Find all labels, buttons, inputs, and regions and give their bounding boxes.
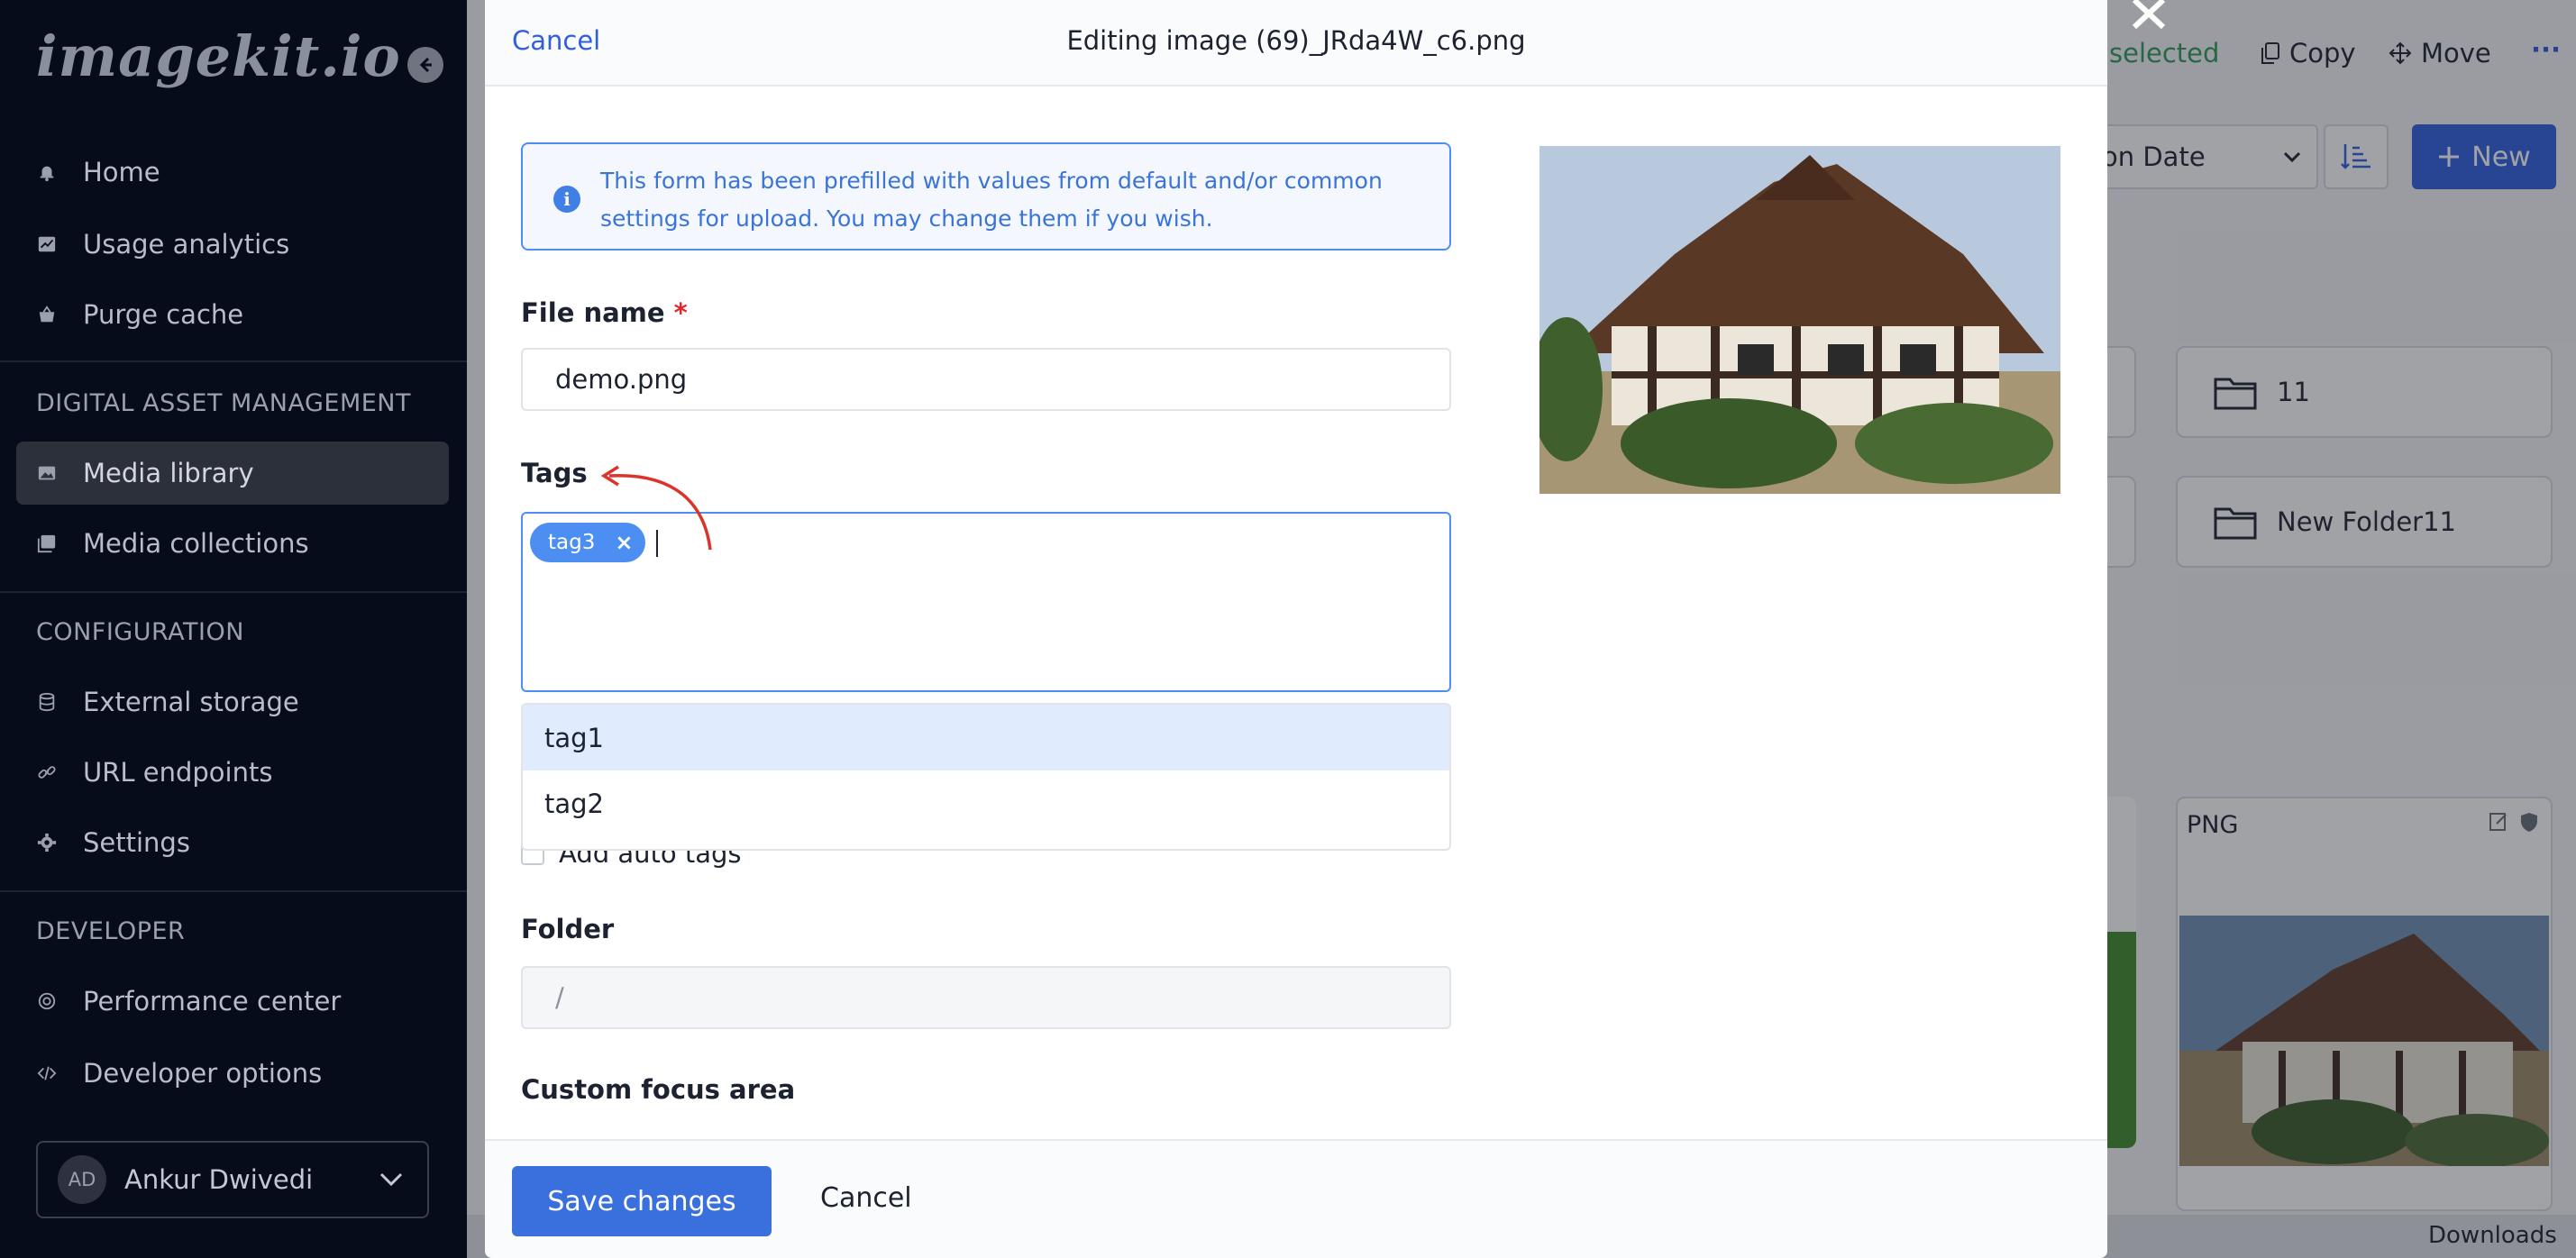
sidebar-item-label: Home — [83, 157, 160, 187]
sidebar-item-label: External storage — [83, 687, 299, 717]
sidebar-item-developer-options[interactable]: Developer options — [16, 1042, 449, 1105]
tag-suggestion-item[interactable]: tag2 — [523, 770, 1449, 836]
modal-title: Editing image (69)_JRda4W_c6.png — [1066, 25, 1526, 56]
info-icon: i — [553, 186, 580, 213]
basket-icon — [36, 304, 58, 325]
sidebar-item-media-collections[interactable]: Media collections — [16, 512, 449, 575]
user-name: Ankur Dwivedi — [124, 1164, 314, 1195]
sidebar-item-label: Settings — [83, 827, 190, 858]
sidebar-item-label: URL endpoints — [83, 757, 273, 788]
section-heading-dam: DIGITAL ASSET MANAGEMENT — [36, 389, 411, 417]
arrow-left-icon — [419, 57, 432, 73]
collapse-sidebar-button[interactable] — [407, 47, 443, 83]
gauge-icon — [36, 990, 58, 1012]
file-name-input[interactable]: demo.png — [521, 348, 1451, 411]
footer-cancel-button[interactable]: Cancel — [820, 1182, 912, 1214]
sidebar-item-label: Purge cache — [83, 299, 244, 330]
sidebar-item-media-library[interactable]: Media library — [16, 442, 449, 505]
sidebar-item-home[interactable]: Home — [16, 141, 449, 204]
tags-label: Tags — [521, 458, 588, 488]
database-icon — [36, 691, 58, 713]
tag-chip-label: tag3 — [548, 531, 596, 554]
sidebar-item-purge-cache[interactable]: Purge cache — [16, 283, 449, 346]
sidebar-item-performance-center[interactable]: Performance center — [16, 970, 449, 1033]
section-heading-configuration: CONFIGURATION — [36, 618, 244, 646]
sidebar-item-usage-analytics[interactable]: Usage analytics — [16, 213, 449, 276]
chevron-down-icon — [379, 1172, 403, 1187]
folder-label: Folder — [521, 914, 615, 944]
logo[interactable]: imagekit.io — [36, 23, 401, 89]
custom-focus-label: Custom focus area — [521, 1074, 796, 1105]
sidebar-item-label: Developer options — [83, 1058, 323, 1089]
tag-suggestion-item[interactable]: tag1 — [523, 705, 1449, 770]
link-icon — [36, 761, 58, 783]
sidebar-item-external-storage[interactable]: External storage — [16, 670, 449, 734]
modal-footer: Save changes Cancel — [485, 1139, 2107, 1258]
divider — [0, 591, 467, 593]
annotation-arrow — [600, 465, 712, 551]
sidebar-item-label: Media library — [83, 458, 254, 488]
save-changes-button[interactable]: Save changes — [512, 1166, 772, 1236]
sidebar-item-label: Usage analytics — [83, 229, 290, 260]
image-preview — [1539, 146, 2060, 494]
edit-image-modal: Cancel Editing image (69)_JRda4W_c6.png … — [485, 0, 2107, 1258]
sidebar: imagekit.io Home Usage analytics Purge c… — [0, 0, 467, 1258]
info-text: This form has been prefilled with values… — [600, 168, 1383, 232]
gear-icon — [36, 832, 58, 853]
image-icon — [36, 462, 58, 484]
bell-icon — [36, 161, 58, 183]
close-icon[interactable] — [2129, 0, 2169, 31]
modal-header: Cancel Editing image (69)_JRda4W_c6.png — [485, 0, 2107, 87]
sidebar-item-settings[interactable]: Settings — [16, 811, 449, 874]
folder-input: / — [521, 966, 1451, 1029]
collection-icon — [36, 533, 58, 554]
code-icon — [36, 1062, 58, 1084]
avatar: AD — [58, 1155, 106, 1204]
section-heading-developer: DEVELOPER — [36, 917, 186, 945]
sidebar-item-label: Media collections — [83, 528, 309, 559]
tag-suggestions-dropdown: tag1 tag2 — [521, 703, 1451, 851]
sidebar-item-label: Performance center — [83, 986, 342, 1016]
chart-icon — [36, 233, 58, 255]
divider — [0, 890, 467, 892]
divider — [0, 360, 467, 362]
file-name-label: File name * — [521, 297, 688, 328]
sidebar-item-url-endpoints[interactable]: URL endpoints — [16, 741, 449, 804]
user-menu[interactable]: AD Ankur Dwivedi — [36, 1141, 429, 1218]
required-mark: * — [673, 297, 688, 328]
info-alert: i This form has been prefilled with valu… — [521, 142, 1451, 251]
